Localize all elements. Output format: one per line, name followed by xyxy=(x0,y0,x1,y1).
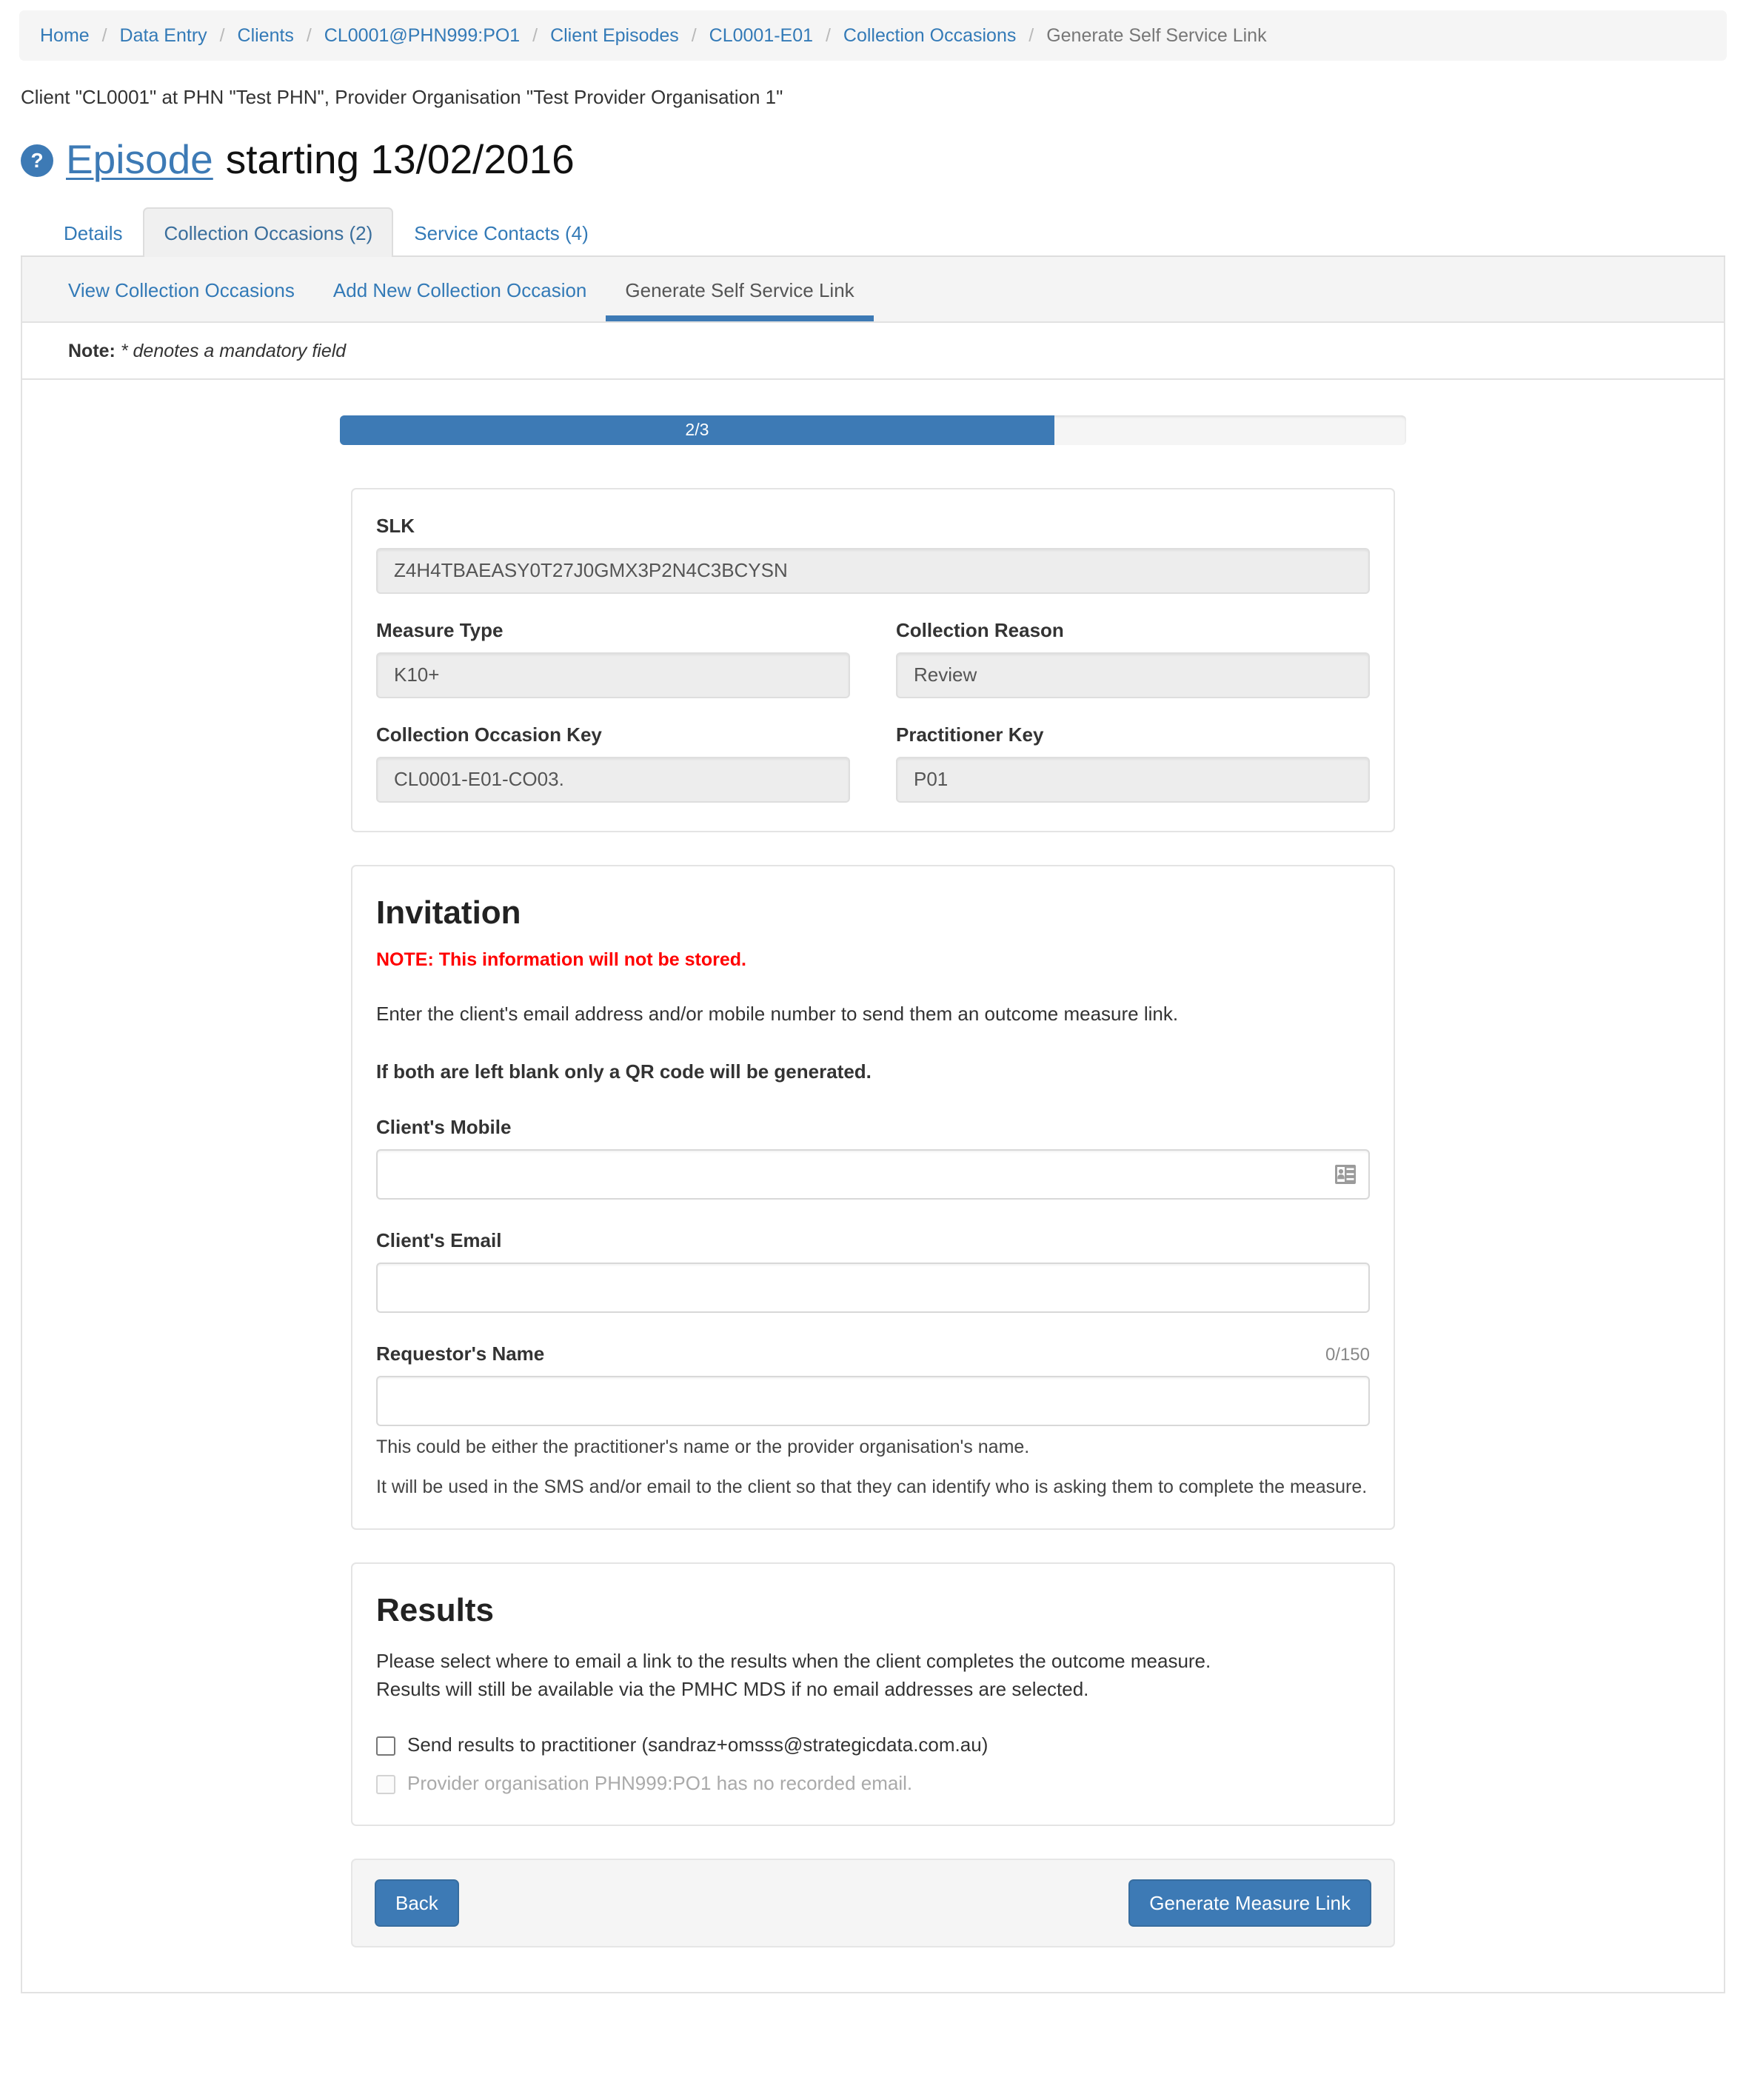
clients-email-label: Client's Email xyxy=(376,1228,502,1251)
clients-email-input[interactable] xyxy=(394,1263,1352,1311)
sub-tabs: View Collection Occasions Add New Collec… xyxy=(21,256,1725,323)
collection-occasion-key-field: CL0001-E01-CO03. xyxy=(376,756,850,803)
collection-occasion-details-card: SLK Z4H4TBAEASY0T27J0GMX3P2N4C3BCYSN Mea… xyxy=(351,487,1395,832)
send-results-to-practitioner-row[interactable]: Send results to practitioner (sandraz+om… xyxy=(376,1733,1370,1758)
results-intro-line-2: Results will still be available via the … xyxy=(376,1677,1089,1700)
note-prefix: Note: xyxy=(68,340,116,361)
subtab-generate-self-service-link[interactable]: Generate Self Service Link xyxy=(606,257,874,322)
main-panel: 2/3 SLK Z4H4TBAEASY0T27J0GMX3P2N4C3BCYSN… xyxy=(21,379,1725,1993)
generate-measure-link-button[interactable]: Generate Measure Link xyxy=(1128,1879,1371,1927)
practitioner-key-label: Practitioner Key xyxy=(896,723,1044,746)
contact-card-icon[interactable] xyxy=(1334,1164,1357,1185)
measure-type-label: Measure Type xyxy=(376,618,504,641)
measure-reason-row: Measure Type K10+ Collection Reason Revi… xyxy=(376,619,1370,698)
page-title: ? Episode starting 13/02/2016 xyxy=(21,137,1725,182)
tab-collection-occasions[interactable]: Collection Occasions (2) xyxy=(143,207,394,257)
mobile-field-block: Client's Mobile xyxy=(376,1116,1370,1200)
requestors-name-input-wrap[interactable] xyxy=(376,1375,1370,1426)
client-context-line: Client "CL0001" at PHN "Test PHN", Provi… xyxy=(21,86,783,108)
email-field-block: Client's Email xyxy=(376,1229,1370,1313)
provider-organisation-email-label: Provider organisation PHN999:PO1 has no … xyxy=(407,1772,913,1795)
invitation-title: Invitation xyxy=(376,894,521,931)
requestor-field-block: Requestor's Name 0/150 This could be eit… xyxy=(376,1342,1370,1501)
send-results-to-practitioner-checkbox[interactable] xyxy=(376,1736,395,1756)
breadcrumb-item-episode-id[interactable]: CL0001-E01 xyxy=(709,25,813,46)
slk-label: SLK xyxy=(376,514,415,537)
breadcrumb-item-collection-occasions[interactable]: Collection Occasions xyxy=(843,25,1016,46)
mandatory-field-note: Note: * denotes a mandatory field xyxy=(21,322,1725,380)
tab-details[interactable]: Details xyxy=(43,207,143,257)
invitation-blank-note: If both are left blank only a QR code wi… xyxy=(376,1060,872,1083)
clients-mobile-input-wrap[interactable] xyxy=(376,1148,1370,1200)
subtab-view-collection-occasions[interactable]: View Collection Occasions xyxy=(49,257,314,321)
wizard-progress-fill: 2/3 xyxy=(340,415,1054,445)
primary-tabs: Details Collection Occasions (2) Service… xyxy=(21,207,1725,257)
invitation-card: Invitation NOTE: This information will n… xyxy=(351,864,1395,1531)
subtab-add-new-collection-occasion[interactable]: Add New Collection Occasion xyxy=(314,257,606,321)
clients-email-input-wrap[interactable] xyxy=(376,1262,1370,1313)
episode-link[interactable]: Episode xyxy=(66,137,213,182)
breadcrumb-separator: / xyxy=(691,25,697,46)
collection-reason-label: Collection Reason xyxy=(896,618,1064,641)
form-column: SLK Z4H4TBAEASY0T27J0GMX3P2N4C3BCYSN Mea… xyxy=(351,487,1395,1947)
keys-row: Collection Occasion Key CL0001-E01-CO03.… xyxy=(376,723,1370,803)
results-intro-line-1: Please select where to email a link to t… xyxy=(376,1649,1211,1672)
back-button[interactable]: Back xyxy=(375,1879,459,1927)
wizard-button-bar: Back Generate Measure Link xyxy=(351,1858,1395,1947)
measure-type-field: K10+ xyxy=(376,652,850,698)
requestor-char-counter: 0/150 xyxy=(1325,1344,1370,1365)
clients-mobile-label: Client's Mobile xyxy=(376,1115,512,1138)
breadcrumb-separator: / xyxy=(101,25,107,46)
breadcrumb-item-clients[interactable]: Clients xyxy=(238,25,294,46)
breadcrumb-item-data-entry[interactable]: Data Entry xyxy=(120,25,207,46)
breadcrumb-separator: / xyxy=(826,25,831,46)
breadcrumb-item-client-episodes[interactable]: Client Episodes xyxy=(550,25,679,46)
provider-organisation-email-checkbox xyxy=(376,1775,395,1795)
tab-service-contacts[interactable]: Service Contacts (4) xyxy=(393,207,609,257)
provider-organisation-email-row: Provider organisation PHN999:PO1 has no … xyxy=(376,1771,1370,1796)
breadcrumb-separator: / xyxy=(1028,25,1034,46)
collection-reason-field: Review xyxy=(896,652,1370,698)
requestors-name-label: Requestor's Name xyxy=(376,1342,545,1365)
collection-occasion-key-label: Collection Occasion Key xyxy=(376,723,602,746)
breadcrumb-item-current: Generate Self Service Link xyxy=(1046,25,1267,46)
breadcrumb-separator: / xyxy=(219,25,225,46)
breadcrumb-item-home[interactable]: Home xyxy=(40,25,90,46)
breadcrumb-item-client-id[interactable]: CL0001@PHN999:PO1 xyxy=(324,25,520,46)
breadcrumb-separator: / xyxy=(532,25,538,46)
results-title: Results xyxy=(376,1592,494,1629)
page-title-rest: starting 13/02/2016 xyxy=(225,136,575,182)
requestor-label-row: Requestor's Name 0/150 xyxy=(376,1342,1370,1365)
breadcrumb: Home / Data Entry / Clients / CL0001@PHN… xyxy=(19,10,1727,61)
clients-mobile-input[interactable] xyxy=(394,1150,1352,1198)
invitation-storage-note: NOTE: This information will not be store… xyxy=(376,949,746,971)
requestor-helper-text-2: It will be used in the SMS and/or email … xyxy=(376,1477,1368,1498)
send-results-to-practitioner-label: Send results to practitioner (sandraz+om… xyxy=(407,1733,989,1756)
slk-field: Z4H4TBAEASY0T27J0GMX3P2N4C3BCYSN xyxy=(376,547,1370,594)
practitioner-key-field: P01 xyxy=(896,756,1370,803)
wizard-progress: 2/3 xyxy=(340,415,1406,445)
breadcrumb-separator: / xyxy=(306,25,312,46)
results-card: Results Please select where to email a l… xyxy=(351,1562,1395,1826)
requestor-helper-text-1: This could be either the practitioner's … xyxy=(376,1436,1030,1457)
requestors-name-input[interactable] xyxy=(394,1377,1352,1425)
invitation-intro-text: Enter the client's email address and/or … xyxy=(376,1003,1179,1026)
note-text: * denotes a mandatory field xyxy=(120,340,347,361)
help-icon[interactable]: ? xyxy=(21,144,53,178)
